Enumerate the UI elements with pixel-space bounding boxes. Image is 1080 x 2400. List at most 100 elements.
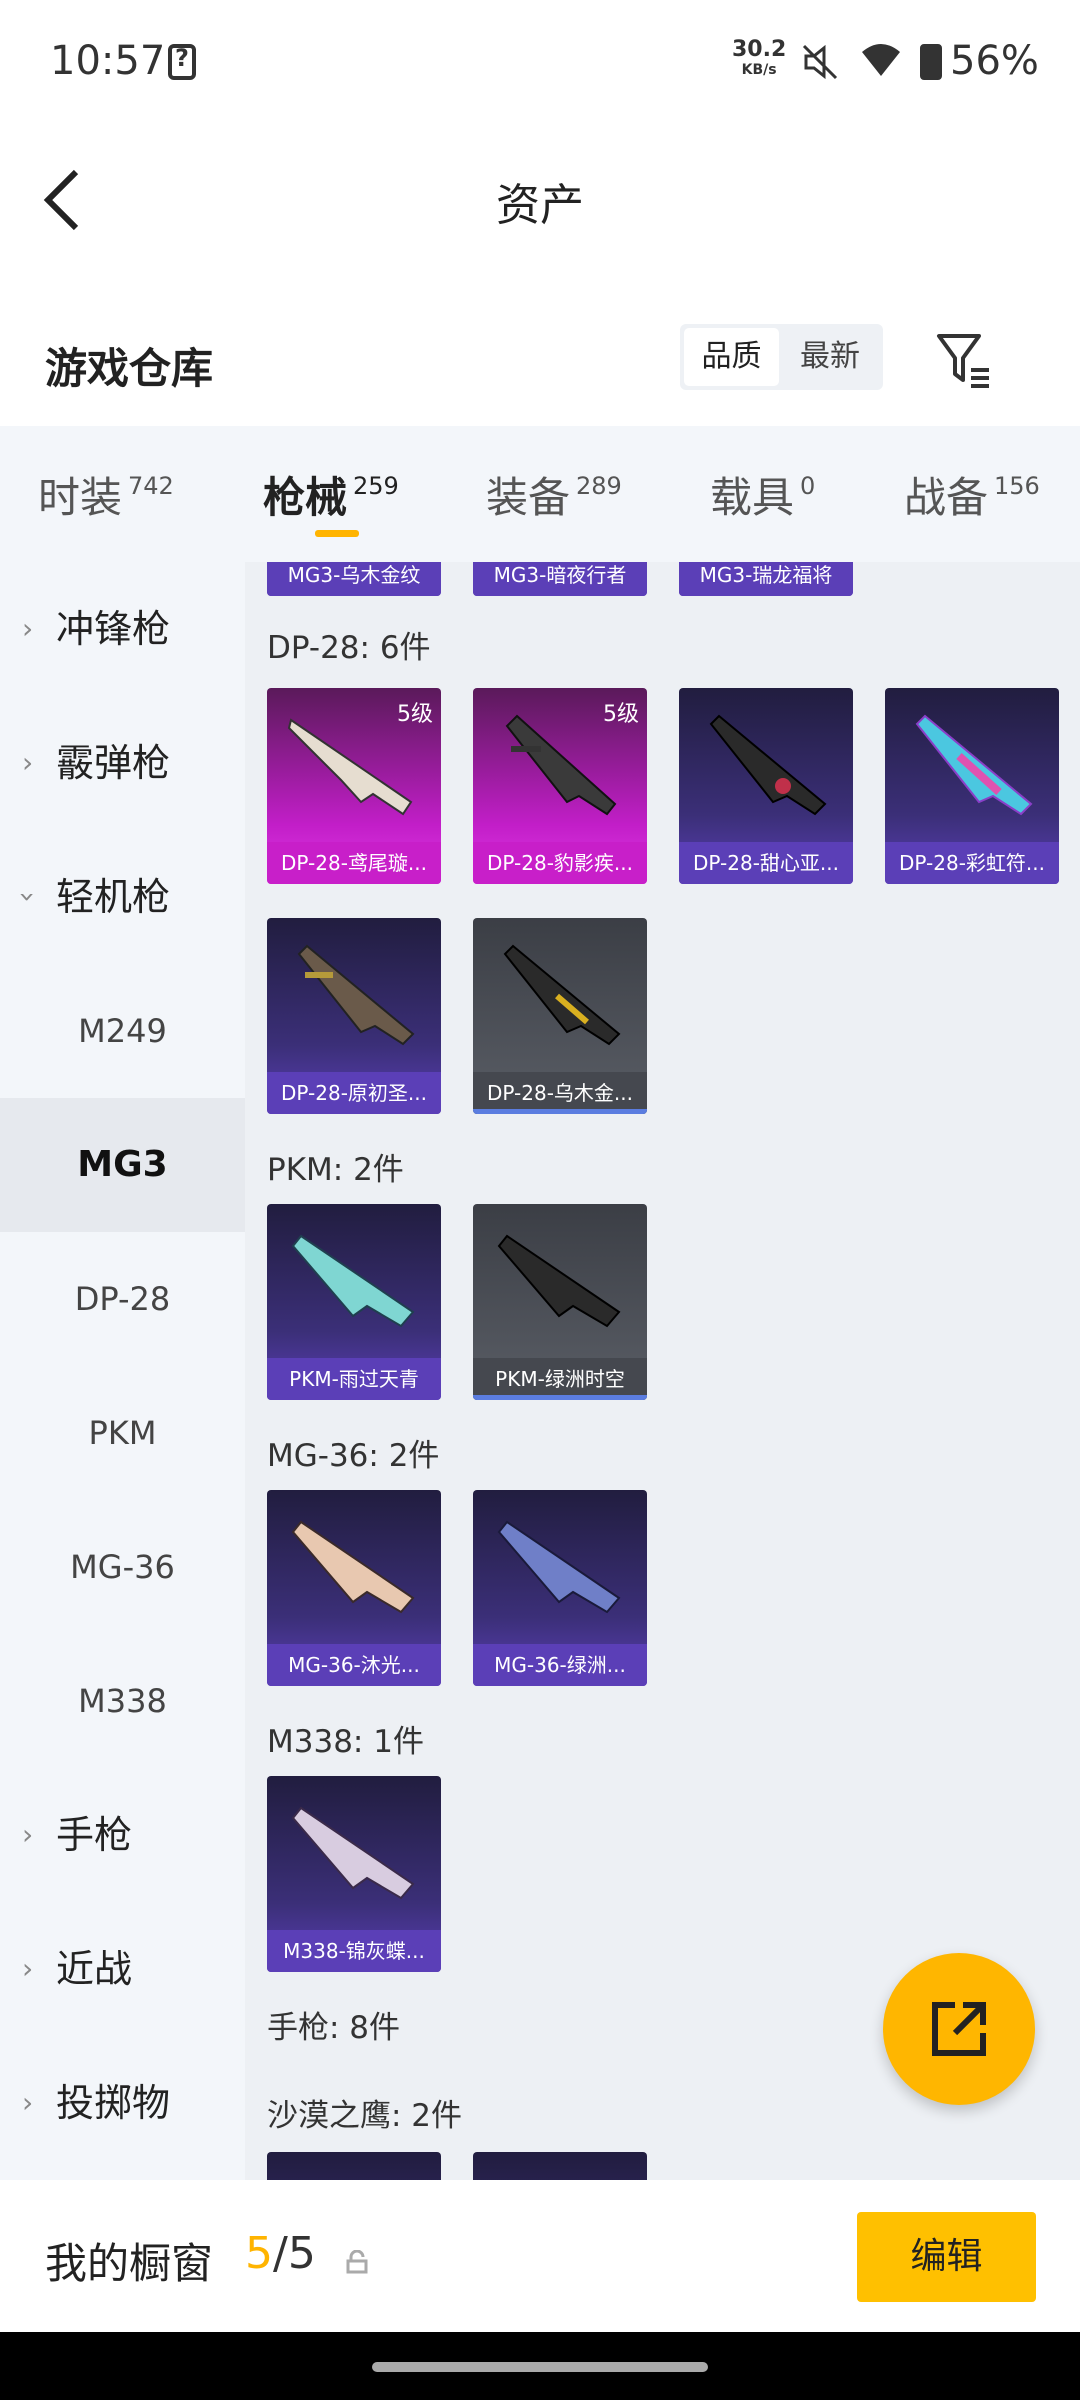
weapon-card-label: MG3-乌木金纹 bbox=[267, 562, 441, 596]
sort-toggle: 品质 最新 bbox=[680, 324, 883, 390]
speed-unit: KB/s bbox=[741, 62, 777, 78]
weapon-card[interactable]: MG3-暗夜行者 bbox=[473, 562, 647, 596]
weapon-card[interactable]: DP-28-原初圣... bbox=[267, 918, 441, 1114]
sidebar-cat-melee[interactable]: › 近战 bbox=[0, 1902, 245, 2036]
weapon-card[interactable]: PKM-绿洲时空 bbox=[473, 1204, 647, 1400]
group-title-pistol: 手枪: 8件 bbox=[267, 2010, 401, 2046]
weapon-card[interactable]: PKM-雨过天青 bbox=[267, 1204, 441, 1400]
tab-count: 0 bbox=[800, 472, 816, 500]
battery-percent: 56% bbox=[950, 38, 1039, 84]
chevron-right-icon: › bbox=[22, 1818, 34, 1851]
weapon-card[interactable]: MG3-乌木金纹 bbox=[267, 562, 441, 596]
lock-icon bbox=[345, 2249, 369, 2274]
home-gesture-handle[interactable] bbox=[372, 2362, 708, 2372]
gun-icon bbox=[709, 714, 827, 816]
weapon-card[interactable]: MG3-瑞龙福将 bbox=[679, 562, 853, 596]
weapon-grid: MG3-乌木金纹 MG3-暗夜行者 MG3-瑞龙福将 DP-28: 6件 5级 … bbox=[245, 562, 1080, 2180]
weapon-card-label: DP-28-原初圣... bbox=[267, 1072, 441, 1114]
sidebar-cat-shotgun[interactable]: › 霰弹枪 bbox=[0, 696, 245, 830]
tab-count: 742 bbox=[128, 472, 174, 500]
sidebar-item-pkm[interactable]: PKM bbox=[0, 1366, 245, 1500]
sidebar-cat-lmg[interactable]: › 轻机枪 bbox=[0, 830, 245, 964]
tab-count: 289 bbox=[576, 472, 622, 500]
gun-icon bbox=[297, 944, 415, 1046]
page-title: 资产 bbox=[496, 180, 584, 231]
gun-icon bbox=[291, 1520, 415, 1614]
gun-icon bbox=[287, 718, 413, 816]
sidebar-item-mg3[interactable]: MG3 bbox=[0, 1098, 245, 1232]
showcase-count-current: 5 bbox=[245, 2228, 273, 2279]
showcase-count-separator: / bbox=[273, 2228, 288, 2279]
sidebar-cat-label: 轻机枪 bbox=[56, 875, 171, 919]
gun-icon bbox=[497, 1520, 621, 1614]
weapon-card-label: M338-锦灰蝶... bbox=[267, 1930, 441, 1972]
chevron-right-icon: › bbox=[22, 612, 34, 645]
showcase-bar: 我的橱窗 5/5 编辑 bbox=[0, 2180, 1080, 2332]
active-tab-indicator bbox=[315, 530, 359, 537]
weapon-sidebar: › 冲锋枪 › 霰弹枪 › 轻机枪 M249 MG3 DP-28 PKM MG-36 … bbox=[0, 562, 245, 2180]
weapon-card[interactable]: MG-36-绿洲... bbox=[473, 1490, 647, 1686]
group-title-pkm: PKM: 2件 bbox=[267, 1152, 404, 1188]
sidebar-cat-label: 手枪 bbox=[56, 1813, 133, 1857]
sidebar-cat-label: 投掷物 bbox=[56, 2081, 171, 2125]
sidebar-item-m338[interactable]: M338 bbox=[0, 1634, 245, 1768]
warehouse-header: 游戏仓库 品质 最新 bbox=[0, 290, 1080, 430]
tab-vehicles[interactable]: 载具 0 bbox=[710, 464, 815, 525]
tab-count: 259 bbox=[353, 472, 399, 500]
tab-firearms[interactable]: 枪械 259 bbox=[263, 464, 399, 525]
weapon-card[interactable]: DP-28-彩虹符... bbox=[885, 688, 1059, 884]
tab-supplies[interactable]: 战备 156 bbox=[904, 464, 1040, 525]
wifi-icon bbox=[860, 42, 902, 87]
gun-icon bbox=[291, 1234, 415, 1328]
speed-value: 30.2 bbox=[732, 37, 787, 62]
sidebar-cat-smg[interactable]: › 冲锋枪 bbox=[0, 562, 245, 696]
tab-label: 载具 bbox=[710, 473, 795, 522]
chevron-right-icon: › bbox=[22, 1952, 34, 1985]
tab-equipment[interactable]: 装备 289 bbox=[486, 464, 622, 525]
sort-latest-button[interactable]: 最新 bbox=[780, 328, 880, 386]
weapon-card[interactable]: M338-锦灰蝶... bbox=[267, 1776, 441, 1972]
network-speed: 30.2 KB/s bbox=[732, 37, 787, 80]
group-title-deagle: 沙漠之鹰: 2件 bbox=[267, 2098, 463, 2134]
tab-label: 时装 bbox=[38, 473, 123, 522]
weapon-card[interactable]: DP-28-甜心亚... bbox=[679, 688, 853, 884]
weapon-card-label: MG-36-绿洲... bbox=[473, 1644, 647, 1686]
category-tabs: 时装 742 枪械 259 装备 289 载具 0 战备 156 bbox=[0, 426, 1080, 562]
chevron-right-icon: › bbox=[22, 746, 34, 779]
sidebar-item-mg36[interactable]: MG-36 bbox=[0, 1500, 245, 1634]
tab-label: 枪械 bbox=[263, 473, 348, 522]
weapon-card-label: DP-28-乌木金... bbox=[473, 1072, 647, 1114]
weapon-card[interactable] bbox=[473, 2152, 647, 2180]
weapon-card[interactable]: MG-36-沐光... bbox=[267, 1490, 441, 1686]
weapon-card[interactable] bbox=[267, 2152, 441, 2180]
group-title-dp28: DP-28: 6件 bbox=[267, 630, 431, 666]
group-title-mg36: MG-36: 2件 bbox=[267, 1438, 440, 1474]
gun-icon bbox=[503, 944, 621, 1046]
tab-count: 156 bbox=[994, 472, 1040, 500]
weapon-card[interactable]: DP-28-乌木金... bbox=[473, 918, 647, 1114]
sort-quality-button[interactable]: 品质 bbox=[684, 328, 779, 386]
weapon-card-label: MG3-瑞龙福将 bbox=[679, 562, 853, 596]
filter-icon[interactable] bbox=[935, 330, 995, 390]
sidebar-cat-pistol[interactable]: › 手枪 bbox=[0, 1768, 245, 1902]
sidebar-cat-label: 冲锋枪 bbox=[56, 607, 171, 651]
battery-icon bbox=[920, 44, 942, 80]
system-nav-bar bbox=[0, 2332, 1080, 2400]
tab-label: 战备 bbox=[904, 473, 989, 522]
mute-icon bbox=[800, 42, 840, 91]
group-title-m338: M338: 1件 bbox=[267, 1724, 424, 1760]
weapon-card-label: DP-28-甜心亚... bbox=[679, 842, 853, 884]
share-button[interactable] bbox=[883, 1953, 1035, 2105]
sidebar-item-dp28[interactable]: DP-28 bbox=[0, 1232, 245, 1366]
gun-icon bbox=[291, 1806, 415, 1900]
sidebar-cat-label: 霰弹枪 bbox=[56, 741, 171, 785]
weapon-card[interactable]: 5级 DP-28-豹影疾... bbox=[473, 688, 647, 884]
tab-label: 装备 bbox=[486, 473, 571, 522]
sidebar-item-m249[interactable]: M249 bbox=[0, 964, 245, 1098]
sidebar-cat-throwables[interactable]: › 投掷物 bbox=[0, 2036, 245, 2170]
tab-fashion[interactable]: 时装 742 bbox=[38, 464, 174, 525]
gun-icon bbox=[505, 714, 617, 816]
weapon-card[interactable]: 5级 DP-28-鸢尾璇... bbox=[267, 688, 441, 884]
edit-button[interactable]: 编辑 bbox=[857, 2212, 1036, 2302]
showcase-count: 5/5 bbox=[245, 2228, 316, 2279]
